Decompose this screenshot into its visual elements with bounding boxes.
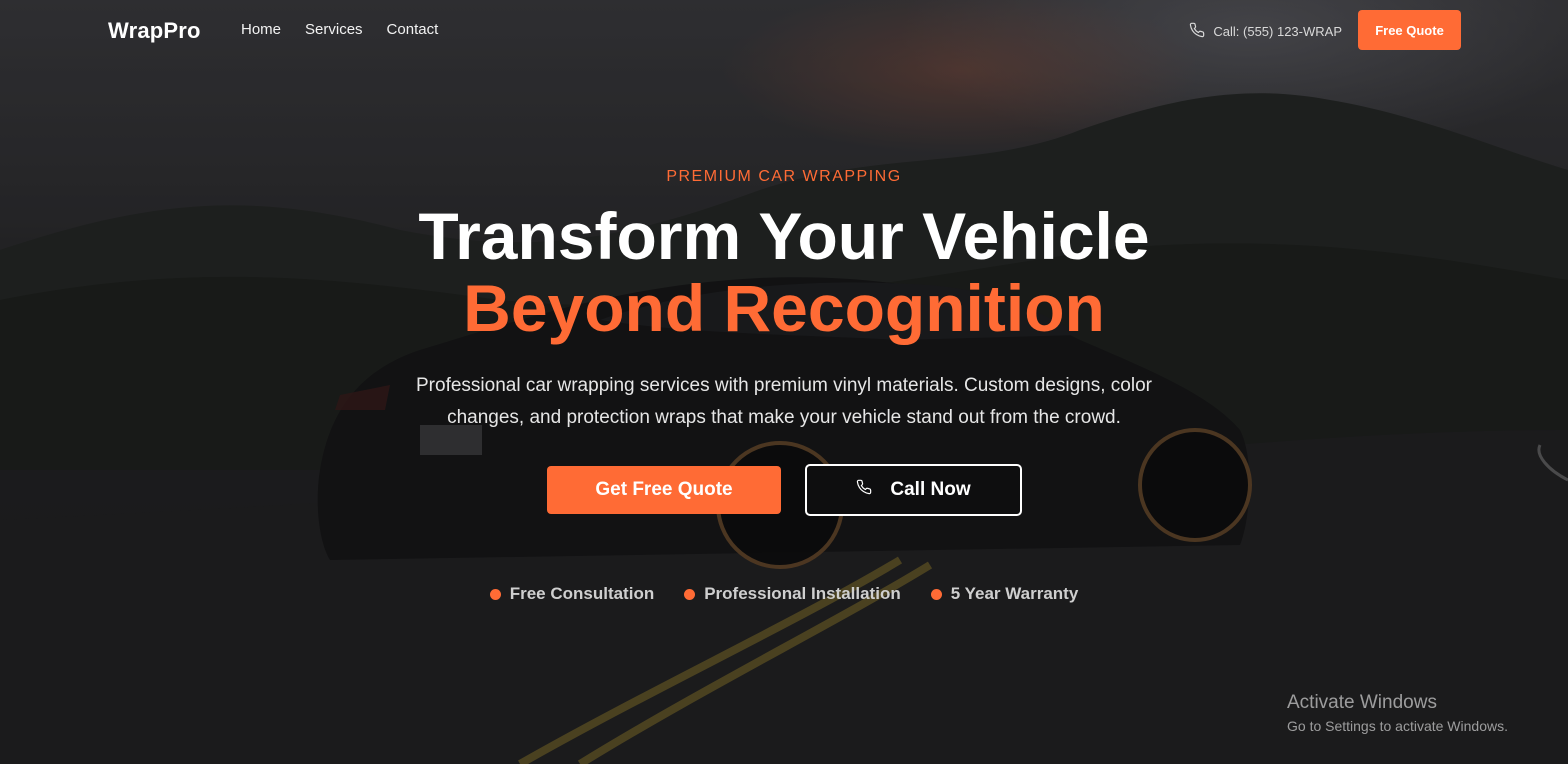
call-now-button[interactable]: Call Now: [805, 464, 1022, 516]
nav-link-home[interactable]: Home: [241, 21, 281, 38]
hero-title: Transform Your Vehicle Beyond Recognitio…: [0, 200, 1568, 344]
feature-item: Professional Installation: [684, 584, 901, 604]
nav-links: Home Services Contact: [241, 21, 438, 38]
bullet-dot-icon: [489, 588, 501, 600]
hero-title-line2: Beyond Recognition: [463, 271, 1105, 345]
navbar: WrapPro Home Services Contact Call: (555…: [0, 0, 1568, 62]
hero-section: WrapPro Home Services Contact Call: (555…: [0, 0, 1568, 764]
nav-link-services[interactable]: Services: [305, 21, 363, 38]
feature-label: Professional Installation: [704, 584, 901, 603]
nav-link-contact[interactable]: Contact: [387, 21, 439, 38]
windows-activation-watermark: Activate Windows Go to Settings to activ…: [1287, 692, 1508, 734]
nav-phone-label: Call: (555) 123-WRAP: [1213, 24, 1342, 39]
bullet-dot-icon: [684, 588, 696, 600]
phone-icon: [1189, 22, 1205, 41]
feature-item: Free Consultation: [489, 584, 655, 604]
nav-phone-link[interactable]: Call: (555) 123-WRAP: [1189, 22, 1342, 41]
bullet-dot-icon: [930, 588, 942, 600]
call-now-label: Call Now: [890, 479, 971, 500]
feature-list: Free Consultation Professional Installat…: [0, 584, 1568, 604]
brand-logo[interactable]: WrapPro: [108, 18, 201, 44]
nav-free-quote-button[interactable]: Free Quote: [1358, 10, 1461, 50]
hero-eyebrow: PREMIUM CAR WRAPPING: [666, 168, 902, 185]
watermark-title: Activate Windows: [1287, 692, 1437, 713]
watermark-subtitle: Go to Settings to activate Windows.: [1287, 718, 1508, 734]
get-free-quote-button[interactable]: Get Free Quote: [547, 466, 781, 514]
feature-item: 5 Year Warranty: [930, 584, 1079, 604]
hero-title-line1: Transform Your Vehicle: [418, 199, 1150, 273]
hero-subtitle: Professional car wrapping services with …: [416, 375, 1152, 428]
feature-label: 5 Year Warranty: [950, 584, 1079, 603]
phone-icon: [856, 479, 872, 501]
feature-label: Free Consultation: [509, 584, 655, 603]
